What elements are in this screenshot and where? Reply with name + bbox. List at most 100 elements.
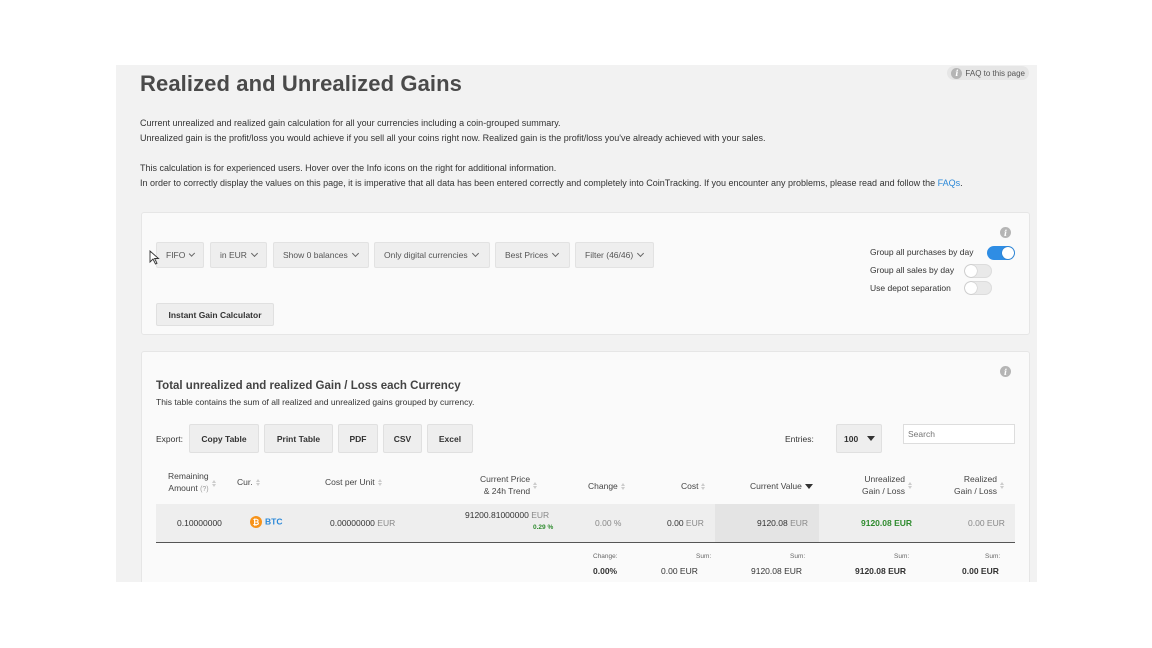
sort-icon [255, 478, 260, 486]
instant-gain-calculator-button[interactable]: Instant Gain Calculator [156, 303, 274, 326]
total-change-value: 0.00% [593, 566, 618, 576]
caret-down-icon [867, 436, 876, 441]
total-cost-value: 0.00 EUR [661, 566, 698, 576]
cell-value: 0.00 [968, 518, 985, 528]
mouse-cursor-icon [149, 250, 160, 265]
chevron-down-icon [351, 249, 359, 258]
col-remaining-amount[interactable]: Remaining Amount (?) [168, 470, 216, 496]
info-icon[interactable]: i [1000, 227, 1011, 238]
page-container: Realized and Unrealized Gains i FAQ to t… [116, 65, 1037, 582]
cell-value: 0.00 [667, 518, 684, 528]
intro-line-4-text: In order to correctly display the values… [140, 178, 936, 188]
search-input[interactable] [903, 424, 1015, 444]
switch-knob [965, 282, 977, 294]
intro-line-4: In order to correctly display the values… [140, 178, 963, 188]
cell-cost-per-unit: 0.00000000 EUR [330, 518, 395, 528]
col-label-text: Amount [168, 483, 198, 493]
bitcoin-icon: ₿ [250, 516, 262, 528]
cell-unit: EUR [685, 518, 704, 528]
cell-value: 9120.08 [757, 518, 788, 528]
depot-separation-switch[interactable] [964, 281, 992, 295]
col-currency[interactable]: Cur. [237, 476, 260, 488]
toggle-label: Use depot separation [870, 283, 951, 293]
pdf-button[interactable]: PDF [338, 424, 378, 453]
cell-value: 91200.81000000 [465, 510, 529, 520]
col-unrealized-gain[interactable]: Unrealized Gain / Loss [862, 473, 912, 497]
switch-knob [965, 265, 977, 277]
toggle-label: Group all sales by day [870, 265, 955, 275]
sort-icon [620, 482, 625, 490]
method-label: FIFO [166, 250, 186, 260]
currency-label: in EUR [220, 250, 247, 260]
total-unrealized-value: 9120.08 EUR [855, 566, 907, 576]
group-sales-switch[interactable] [964, 264, 992, 278]
col-cost-per-unit[interactable]: Cost per Unit [325, 476, 382, 488]
cell-current-price: 91200.81000000 EUR [465, 510, 549, 520]
currency-dropdown[interactable]: in EUR [210, 242, 267, 268]
total-realized-value: 0.00 EUR [962, 566, 999, 576]
cell-unit: EUR [377, 518, 396, 528]
currency-link[interactable]: BTC [265, 516, 282, 526]
toggle-group-sales: Group all sales by day [870, 265, 954, 275]
entries-select[interactable]: 100 [836, 424, 882, 453]
faqs-link[interactable]: FAQs [938, 178, 961, 188]
currencies-dropdown[interactable]: Only digital currencies [374, 242, 490, 268]
col-realized-gain[interactable]: Realized Gain / Loss [954, 473, 1004, 497]
info-icon[interactable]: i [1000, 366, 1011, 377]
total-realized-label: Sum: [985, 553, 1001, 560]
toggle-label: Group all purchases by day [870, 247, 974, 257]
col-label: Cost [681, 481, 699, 491]
cell-change: 0.00 % [595, 518, 622, 528]
page-title: Realized and Unrealized Gains [140, 71, 462, 96]
faq-label: FAQ to this page [965, 68, 1025, 78]
sort-icon [1000, 481, 1004, 489]
chevron-down-icon [250, 249, 258, 258]
copy-table-button[interactable]: Copy Table [189, 424, 259, 453]
total-value-value: 9120.08 EUR [751, 566, 803, 576]
chevron-down-icon [471, 249, 479, 258]
cell-currency[interactable]: ₿ BTC [250, 516, 282, 528]
toggle-depot-separation: Use depot separation [870, 283, 951, 293]
cell-unit: EUR [790, 518, 809, 528]
method-dropdown[interactable]: FIFO [156, 242, 204, 268]
col-label-line2: Amount (?) [168, 482, 209, 496]
chevron-down-icon [189, 250, 196, 257]
chevron-down-icon [637, 249, 645, 258]
col-label: Cur. [237, 477, 253, 487]
export-label: Export: [156, 434, 183, 444]
section-subtitle: This table contains the sum of all reali… [156, 397, 475, 407]
group-purchases-switch[interactable] [987, 246, 1015, 260]
table-divider [156, 542, 1015, 543]
csv-button[interactable]: CSV [383, 424, 422, 453]
col-label: Remaining Amount (?) [168, 470, 209, 496]
info-icon: i [951, 67, 963, 79]
sort-icon [211, 479, 216, 487]
toggle-group-purchases: Group all purchases by day [870, 247, 973, 257]
col-cost[interactable]: Cost [681, 480, 706, 492]
col-label-line1: Current Price [480, 474, 531, 484]
print-table-button[interactable]: Print Table [264, 424, 333, 453]
faq-link[interactable]: i FAQ to this page [947, 66, 1029, 80]
cell-amount: 0.10000000 [177, 518, 222, 528]
prices-label: Best Prices [505, 250, 548, 260]
filter-dropdown[interactable]: Filter (46/46) [575, 242, 654, 268]
cell-24h-trend: 0.29 % [533, 524, 554, 531]
cell-unit: EUR [986, 518, 1005, 528]
col-label-line2: & 24h Trend [483, 486, 531, 496]
currencies-label: Only digital currencies [384, 250, 468, 260]
help-hint[interactable]: (?) [200, 486, 209, 493]
col-current-value[interactable]: Current Value [750, 480, 813, 492]
sort-icon [533, 481, 538, 489]
col-label-line2: Gain / Loss [862, 486, 905, 496]
intro-line-1: Current unrealized and realized gain cal… [140, 118, 561, 128]
switch-knob [1002, 247, 1014, 259]
intro-line-2: Unrealized gain is the profit/loss you w… [140, 133, 766, 143]
section-title: Total unrealized and realized Gain / Los… [156, 380, 461, 392]
balances-dropdown[interactable]: Show 0 balances [273, 242, 369, 268]
col-label: Unrealized Gain / Loss [862, 473, 905, 497]
col-current-price[interactable]: Current Price & 24h Trend [480, 473, 538, 497]
prices-dropdown[interactable]: Best Prices [495, 242, 570, 268]
col-change[interactable]: Change [588, 480, 625, 492]
excel-button[interactable]: Excel [427, 424, 473, 453]
sort-icon [701, 482, 706, 490]
